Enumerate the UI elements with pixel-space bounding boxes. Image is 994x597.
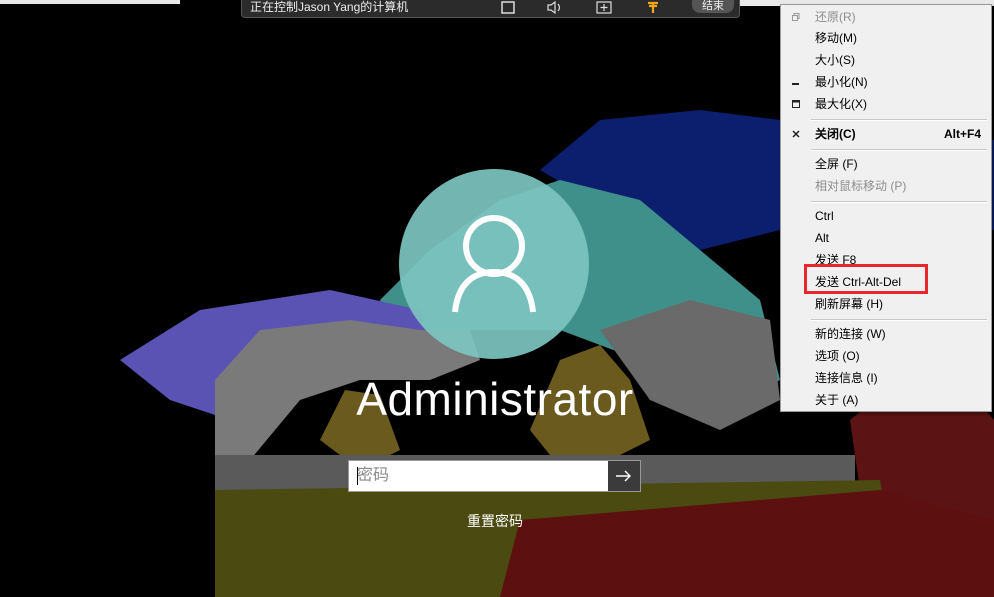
password-input[interactable] xyxy=(349,461,608,491)
username-label: Administrator xyxy=(356,373,634,425)
add-icon[interactable] xyxy=(593,0,615,15)
menu-item-label: 大小(S) xyxy=(815,53,855,67)
menu-item-label: 连接信息 (I) xyxy=(815,371,878,385)
menu-separator xyxy=(811,119,987,121)
menu-item-options[interactable]: 选项 (O) xyxy=(781,346,991,366)
menu-item-move[interactable]: 移动(M) xyxy=(781,28,991,48)
menu-separator xyxy=(811,319,987,321)
menu-item-label: 新的连接 (W) xyxy=(815,327,886,341)
menu-item-label: 选项 (O) xyxy=(815,349,860,363)
remote-control-toolbar: 正在控制Jason Yang的计算机 结束 xyxy=(241,0,740,18)
restore-icon xyxy=(789,7,803,27)
menu-item-maximize[interactable]: 最大化(X) xyxy=(781,94,991,114)
menu-item-ctrl[interactable]: Ctrl xyxy=(781,206,991,226)
submit-button[interactable] xyxy=(608,461,640,491)
menu-item-label: 全屏 (F) xyxy=(815,157,858,171)
menu-item-label: 刷新屏幕 (H) xyxy=(815,297,883,311)
minimize-icon xyxy=(789,72,803,92)
menu-item-minimize[interactable]: 最小化(N) xyxy=(781,72,991,92)
arrow-right-icon xyxy=(616,470,631,482)
menu-separator xyxy=(811,201,987,203)
menu-item-label: Alt xyxy=(815,231,830,245)
menu-item-shortcut: Alt+F4 xyxy=(943,127,981,141)
end-session-button[interactable]: 结束 xyxy=(692,0,734,13)
system-context-menu: 还原(R) 移动(M) 大小(S) 最小化(N) 最大化(X) 关闭(C) Al… xyxy=(780,4,992,412)
menu-item-label: 关于 (A) xyxy=(815,393,859,407)
avatar-circle xyxy=(399,169,589,359)
menu-item-close[interactable]: 关闭(C) Alt+F4 xyxy=(781,124,991,144)
menu-item-relative-mouse[interactable]: 相对鼠标移动 (P) xyxy=(781,176,991,196)
menu-item-label: 还原(R) xyxy=(815,10,856,24)
close-icon xyxy=(789,124,803,144)
pin-icon[interactable] xyxy=(643,0,663,15)
menu-item-new-connection[interactable]: 新的连接 (W) xyxy=(781,324,991,344)
menu-item-restore[interactable]: 还原(R) xyxy=(781,7,991,27)
menu-item-connection-info[interactable]: 连接信息 (I) xyxy=(781,368,991,388)
highlight-annotation-box xyxy=(804,264,928,294)
menu-item-fullscreen[interactable]: 全屏 (F) xyxy=(781,154,991,174)
menu-item-label: 相对鼠标移动 (P) xyxy=(815,179,907,193)
toolbar-title: 正在控制Jason Yang的计算机 xyxy=(250,0,409,14)
menu-item-label: 移动(M) xyxy=(815,31,857,45)
menu-item-label: 最小化(N) xyxy=(815,75,868,89)
host-window-edge xyxy=(0,0,180,4)
menu-item-label: 关闭(C) xyxy=(815,127,856,141)
menu-item-size[interactable]: 大小(S) xyxy=(781,50,991,70)
reset-password-link[interactable]: 重置密码 xyxy=(420,511,570,531)
text-caret xyxy=(357,467,358,485)
password-box xyxy=(348,460,641,492)
menu-item-refresh-screen[interactable]: 刷新屏幕 (H) xyxy=(781,294,991,314)
speaker-icon[interactable] xyxy=(544,0,566,15)
menu-item-alt[interactable]: Alt xyxy=(781,228,991,248)
screen-icon[interactable] xyxy=(498,0,518,15)
menu-separator xyxy=(811,149,987,151)
menu-item-about[interactable]: 关于 (A) xyxy=(781,390,991,410)
menu-item-label: Ctrl xyxy=(815,209,834,223)
maximize-icon xyxy=(789,94,803,114)
menu-item-label: 最大化(X) xyxy=(815,97,867,111)
